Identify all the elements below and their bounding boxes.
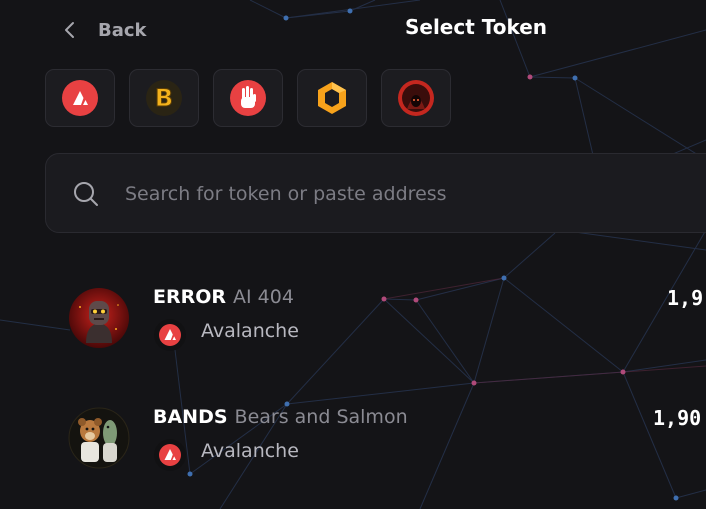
token-name: AI 404 [233, 286, 294, 308]
token-select-screen: Back Select Token B Search for token or … [0, 0, 706, 509]
robot-avatar-icon [69, 288, 129, 348]
quick-token-hooded[interactable] [381, 69, 451, 127]
chevron-left-icon [65, 22, 74, 38]
token-name: Bears and Salmon [234, 406, 408, 428]
quick-token-b[interactable]: B [129, 69, 199, 127]
search-box [45, 153, 706, 233]
quick-token-red-hand[interactable] [213, 69, 283, 127]
quick-token-list: B [45, 69, 465, 127]
token-row-bands[interactable]: BANDS Bears and Salmon Avalanche 1,90 [0, 406, 706, 497]
search-icon [74, 182, 98, 206]
token-symbol: ERROR AI 404 [153, 286, 294, 308]
quick-token-hexagon[interactable] [297, 69, 367, 127]
hexagon-logo-icon [318, 82, 346, 114]
avalanche-chain-icon [154, 319, 186, 351]
page-title: Select Token [404, 15, 548, 39]
hooded-figure-logo-icon [398, 80, 434, 116]
chain-label: Avalanche [201, 440, 299, 462]
token-row-error[interactable]: ERROR AI 404 Avalanche 1,9 [0, 286, 706, 377]
token-balance: 1,90 [653, 406, 702, 430]
back-label: Back [98, 19, 147, 41]
back-button[interactable]: Back [62, 16, 147, 44]
avalanche-logo-icon [62, 80, 98, 116]
avalanche-chain-icon [154, 439, 186, 471]
svg-text:B: B [155, 84, 173, 112]
token-balance: 1,9 [667, 286, 704, 310]
red-hand-logo-icon [230, 80, 266, 116]
token-symbol-text: ERROR [153, 286, 227, 308]
b-coin-logo-icon: B [146, 80, 182, 116]
token-symbol: BANDS Bears and Salmon [153, 406, 408, 428]
token-symbol-text: BANDS [153, 406, 228, 428]
chain-label: Avalanche [201, 320, 299, 342]
bear-and-salmon-avatar-icon [68, 407, 130, 469]
search-input[interactable] [123, 174, 687, 214]
quick-token-avalanche[interactable] [45, 69, 115, 127]
header: Back Select Token [0, 0, 706, 60]
